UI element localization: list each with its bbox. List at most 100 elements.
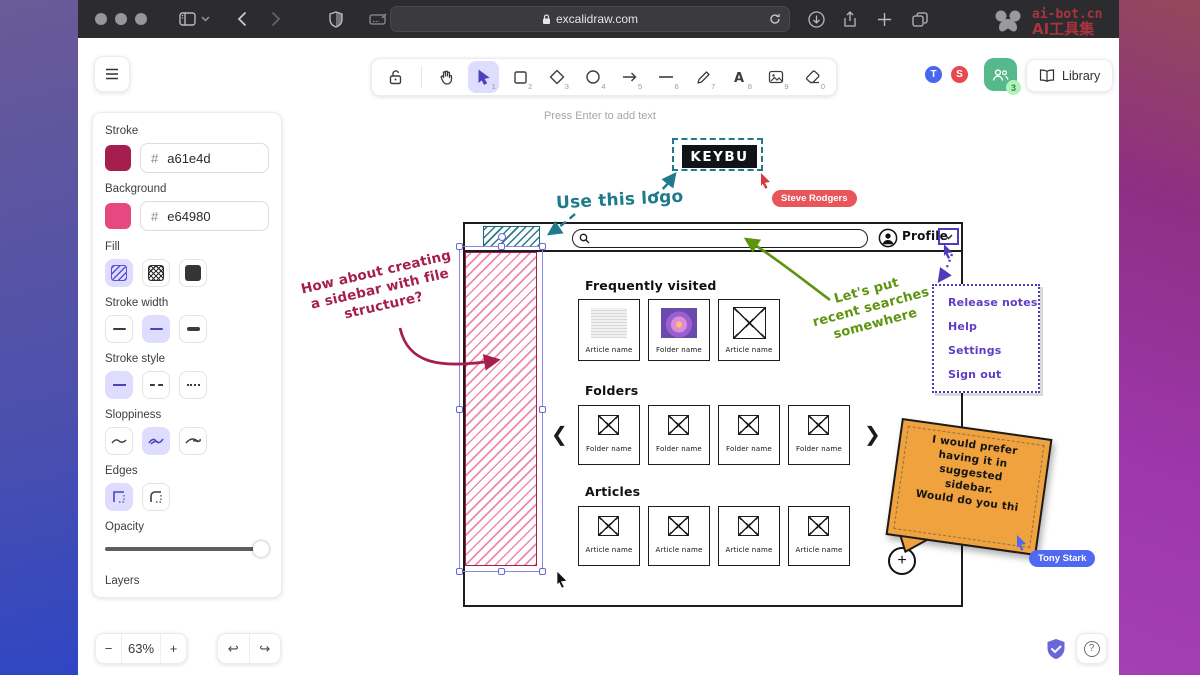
mouse-cursor	[556, 571, 570, 588]
menu-item-settings[interactable]: Settings	[948, 344, 1038, 368]
freq-card-article-2[interactable]: Article name	[718, 299, 780, 361]
resize-handle-sw[interactable]	[456, 568, 463, 575]
stroke-style-dotted-button[interactable]	[179, 371, 207, 399]
privacy-shield-icon[interactable]	[329, 11, 343, 28]
hand-tool[interactable]	[432, 61, 463, 93]
fill-hachure-button[interactable]	[105, 259, 133, 287]
article-card-2[interactable]: Article name	[648, 506, 710, 566]
edges-label: Edges	[105, 465, 269, 477]
opacity-track	[105, 547, 265, 551]
redo-button[interactable]: ↪	[250, 634, 281, 663]
reader-compose-icon[interactable]	[369, 12, 389, 26]
profile-menu-sketch[interactable]: Release notes Help Settings Sign out	[932, 284, 1040, 393]
sidebar-sketch-rectangle[interactable]	[465, 252, 537, 566]
article-card-3[interactable]: Article name	[718, 506, 780, 566]
background-hex-input[interactable]: # e64980	[140, 201, 269, 231]
opacity-slider[interactable]	[105, 541, 269, 557]
menu-item-sign-out[interactable]: Sign out	[948, 368, 1038, 392]
edges-sharp-button[interactable]	[105, 483, 133, 511]
sidebar-suggestion-note[interactable]: How about creating a sidebar with file s…	[287, 244, 474, 334]
close-window-button[interactable]	[95, 13, 107, 25]
image-icon	[768, 70, 784, 84]
lock-tool[interactable]	[380, 61, 411, 93]
address-bar[interactable]: excalidraw.com	[390, 6, 790, 32]
minimize-window-button[interactable]	[115, 13, 127, 25]
resize-handle-w[interactable]	[456, 406, 463, 413]
sloppiness-artist-button[interactable]	[142, 427, 170, 455]
toolbar-divider	[421, 66, 422, 88]
stroke-width-bold-button[interactable]	[142, 315, 170, 343]
downloads-icon[interactable]	[808, 11, 825, 28]
fill-crosshatch-button[interactable]	[142, 259, 170, 287]
carousel-right-chevron[interactable]: ❯	[864, 422, 881, 447]
diamond-tool[interactable]: 3	[541, 61, 572, 93]
sloppiness-cartoonist-button[interactable]	[179, 427, 207, 455]
back-button[interactable]	[237, 11, 247, 27]
forward-button[interactable]	[271, 11, 281, 27]
background-color-swatch[interactable]	[105, 203, 131, 229]
new-tab-icon[interactable]	[877, 12, 892, 27]
article-card-4[interactable]: Article name	[788, 506, 850, 566]
arrow-icon	[622, 71, 638, 83]
folder-card-2[interactable]: Folder name	[648, 405, 710, 465]
selection-tool[interactable]: 1	[468, 61, 499, 93]
zoom-controls: − 63% +	[95, 633, 187, 664]
watermark-logo-icon	[992, 8, 1026, 36]
tab-overview-icon[interactable]	[912, 12, 928, 27]
encryption-shield-icon[interactable]	[1046, 638, 1066, 660]
carousel-left-chevron[interactable]: ❮	[551, 422, 568, 447]
arrow-tool[interactable]: 5	[615, 61, 646, 93]
menu-item-release-notes[interactable]: Release notes	[948, 296, 1038, 320]
help-button[interactable]: ?	[1076, 633, 1107, 664]
folder-card-1[interactable]: Folder name	[578, 405, 640, 465]
stroke-hex-input[interactable]: # a61e4d	[140, 143, 269, 173]
image-tool[interactable]: 9	[761, 61, 792, 93]
stroke-style-dashed-button[interactable]	[142, 371, 170, 399]
solid-fill-icon	[185, 265, 201, 281]
stroke-width-extrabold-button[interactable]	[179, 315, 207, 343]
browser-window: excalidraw.com Stroke	[78, 0, 1119, 675]
zoom-level[interactable]: 63%	[122, 634, 160, 663]
share-icon[interactable]	[843, 11, 857, 28]
excalidraw-canvas-area[interactable]: Stroke # a61e4d Background # e64980 Fill	[78, 38, 1119, 675]
folder-card-3[interactable]: Folder name	[718, 405, 780, 465]
menu-item-help[interactable]: Help	[948, 320, 1038, 344]
wireframe-profile-dropdown[interactable]	[938, 228, 959, 245]
eraser-tool[interactable]: 0	[797, 61, 828, 93]
library-button[interactable]: Library	[1026, 59, 1113, 92]
zoom-window-button[interactable]	[135, 13, 147, 25]
sloppiness-architect-button[interactable]	[105, 427, 133, 455]
line-tool[interactable]: 6	[651, 61, 682, 93]
rectangle-tool[interactable]: 2	[505, 61, 536, 93]
text-tool[interactable]: A 8	[724, 61, 755, 93]
folder-card-4[interactable]: Folder name	[788, 405, 850, 465]
ellipse-icon	[585, 69, 601, 85]
use-this-logo-note[interactable]: Use this logo	[556, 187, 684, 214]
ellipse-tool[interactable]: 4	[578, 61, 609, 93]
zoom-in-button[interactable]: +	[160, 634, 186, 663]
reload-icon[interactable]	[769, 13, 781, 25]
fill-solid-button[interactable]	[179, 259, 207, 287]
articles-heading: Articles	[585, 484, 640, 499]
main-menu-button[interactable]	[94, 56, 130, 92]
stroke-color-swatch[interactable]	[105, 145, 131, 171]
sidebar-toggle-icon[interactable]	[179, 12, 196, 26]
freq-card-folder[interactable]: Folder name	[648, 299, 710, 361]
wireframe-logo-placeholder	[483, 226, 540, 247]
collaborator-avatar-s[interactable]: S	[949, 64, 970, 85]
collaborator-avatar-t[interactable]: T	[923, 64, 944, 85]
zoom-out-button[interactable]: −	[96, 634, 122, 663]
edges-round-button[interactable]	[142, 483, 170, 511]
stroke-width-thin-button[interactable]	[105, 315, 133, 343]
article-placeholder-icon	[668, 516, 689, 536]
stroke-style-solid-button[interactable]	[105, 371, 133, 399]
collaborator-count-badge: 3	[1006, 80, 1021, 95]
chevron-down-icon[interactable]	[201, 16, 210, 22]
draw-tool[interactable]: 7	[688, 61, 719, 93]
opacity-knob[interactable]	[253, 541, 269, 557]
article-card-1[interactable]: Article name	[578, 506, 640, 566]
logo-dashed-frame[interactable]: KEYBU	[672, 138, 763, 171]
article-placeholder-icon	[738, 516, 759, 536]
freq-card-article-1[interactable]: Article name	[578, 299, 640, 361]
undo-button[interactable]: ↩	[218, 634, 250, 663]
